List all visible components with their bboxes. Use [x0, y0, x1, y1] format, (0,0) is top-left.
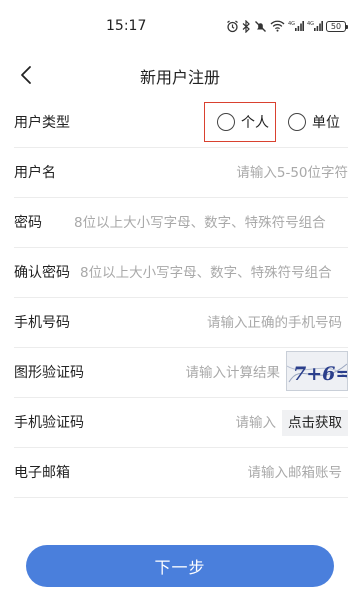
svg-text:4G: 4G: [288, 21, 295, 27]
captcha-image[interactable]: 7+6=?: [286, 351, 348, 391]
email-input[interactable]: [104, 460, 342, 486]
bluetooth-icon: [242, 19, 250, 33]
radio-individual-label: 个人: [241, 115, 269, 131]
username-input[interactable]: [104, 160, 348, 186]
user-type-row: 用户类型 个人 单位: [14, 98, 348, 148]
sms-code-label: 手机验证码: [14, 415, 84, 431]
next-step-button[interactable]: 下一步: [26, 545, 334, 587]
password-label: 密码: [14, 215, 42, 231]
signal-icon: 4G: [307, 21, 323, 31]
captcha-text: 7+6=?: [293, 363, 348, 385]
captcha-graphic: 7+6=?: [287, 363, 348, 385]
radio-circle-icon: [217, 113, 235, 131]
username-row: 用户名: [14, 148, 348, 198]
page-title: 新用户注册: [139, 68, 220, 87]
svg-text:4G: 4G: [307, 21, 314, 27]
get-code-button[interactable]: 点击获取: [282, 410, 348, 436]
sms-code-row: 手机验证码 点击获取: [14, 398, 348, 448]
status-icons: 4G 4G 50: [226, 19, 348, 33]
confirm-password-label: 确认密码: [14, 265, 70, 281]
signal-icon: 4G: [288, 21, 304, 31]
status-time: 15:17: [106, 18, 147, 34]
password-input[interactable]: [74, 210, 348, 236]
user-type-label: 用户类型: [14, 115, 70, 131]
status-bar: 15:17 4G 4G 50: [0, 0, 360, 52]
password-row: 密码: [14, 198, 348, 248]
captcha-input[interactable]: [114, 360, 280, 386]
email-label: 电子邮箱: [14, 465, 70, 481]
page-header: 新用户注册: [0, 52, 360, 98]
sms-code-input[interactable]: [114, 410, 276, 436]
email-row: 电子邮箱: [14, 448, 348, 498]
battery-icon: 50: [326, 20, 348, 32]
radio-organization[interactable]: 单位: [288, 104, 340, 140]
phone-input[interactable]: [104, 310, 342, 336]
radio-organization-label: 单位: [312, 115, 340, 131]
alarm-icon: [227, 20, 238, 32]
mute-icon: [255, 20, 266, 32]
radio-circle-icon: [288, 113, 306, 131]
username-label: 用户名: [14, 165, 56, 181]
confirm-password-row: 确认密码: [14, 248, 348, 298]
captcha-label: 图形验证码: [14, 365, 84, 381]
captcha-row: 图形验证码 7+6=?: [14, 348, 348, 398]
wifi-icon: [270, 20, 285, 32]
phone-label: 手机号码: [14, 315, 70, 331]
radio-individual[interactable]: 个人: [217, 104, 269, 140]
confirm-password-input[interactable]: [80, 260, 348, 286]
phone-row: 手机号码: [14, 298, 348, 348]
